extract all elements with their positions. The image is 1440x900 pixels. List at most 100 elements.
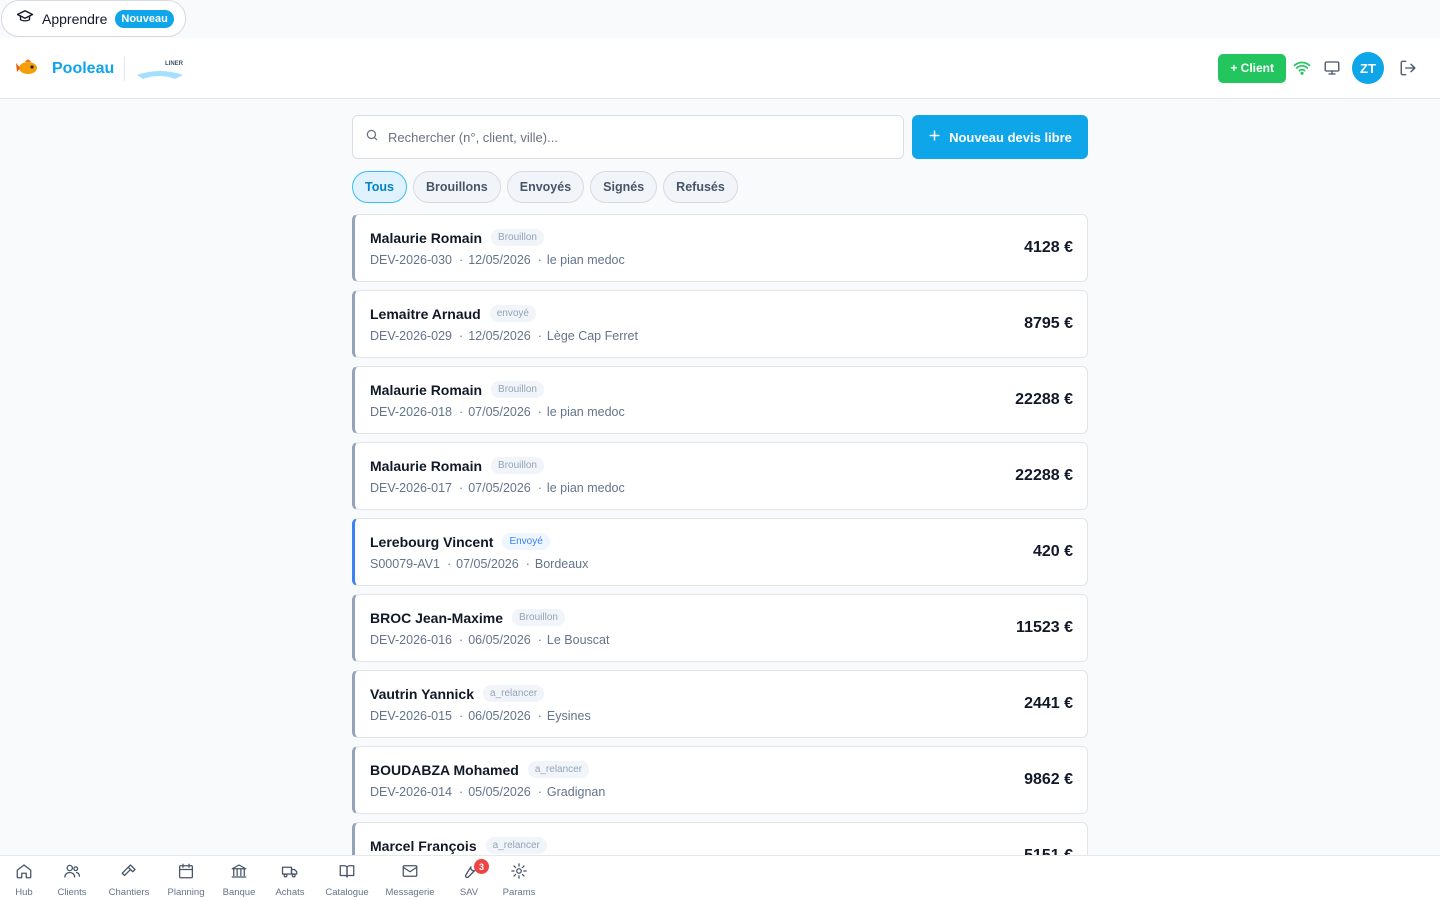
quote-header: Marcel François a_relancer xyxy=(370,837,547,854)
wifi-icon[interactable] xyxy=(1288,54,1316,82)
quote-date: 07/05/2026 xyxy=(440,557,519,571)
filter-chip[interactable]: Brouillons xyxy=(412,171,501,203)
client-name: Malaurie Romain xyxy=(370,457,483,474)
monitor-icon[interactable] xyxy=(1318,54,1346,82)
status-badge: a_relancer xyxy=(483,685,545,702)
quote-meta: DEV-2026-01807/05/2026le pian medoc xyxy=(370,405,625,419)
quote-meta: DEV-2026-02912/05/2026Lège Cap Ferret xyxy=(370,329,638,343)
logout-icon[interactable] xyxy=(1394,54,1422,82)
mail-icon xyxy=(401,862,419,885)
quote-date: 12/05/2026 xyxy=(452,329,531,343)
quote-card[interactable]: Vautrin Yannick a_relancer DEV-2026-0150… xyxy=(352,670,1088,738)
quote-list: Malaurie Romain Brouillon DEV-2026-03012… xyxy=(352,214,1088,890)
status-badge: Brouillon xyxy=(512,609,565,626)
graduation-cap-icon xyxy=(16,7,34,30)
quote-header: BROC Jean-Maxime Brouillon xyxy=(370,609,565,626)
users-icon xyxy=(63,862,81,885)
quote-city: le pian medoc xyxy=(531,253,625,267)
quote-amount: 4128 € xyxy=(1024,239,1073,256)
nav-item-catalogue[interactable]: Catalogue xyxy=(317,856,377,900)
quote-header: Vautrin Yannick a_relancer xyxy=(370,685,545,702)
quote-number: DEV-2026-015 xyxy=(370,709,453,723)
gear-icon xyxy=(510,862,528,885)
quote-date: 07/05/2026 xyxy=(452,481,531,495)
nav-label: Params xyxy=(502,887,536,898)
quote-card[interactable]: Malaurie Romain Brouillon DEV-2026-01807… xyxy=(352,366,1088,434)
quote-amount: 8795 € xyxy=(1024,315,1073,332)
quote-amount: 420 € xyxy=(1032,543,1073,560)
quote-card[interactable]: Lemaitre Arnaud envoyé DEV-2026-02912/05… xyxy=(352,290,1088,358)
quotes-page: Nouveau devis libre TousBrouillonsEnvoyé… xyxy=(352,115,1088,898)
add-client-button[interactable]: + Client xyxy=(1218,53,1286,83)
client-name: BOUDABZA Mohamed xyxy=(370,761,519,778)
nav-item-sav[interactable]: SAV 3 xyxy=(443,856,495,900)
learn-label: Apprendre xyxy=(42,10,108,27)
quote-meta: DEV-2026-01707/05/2026le pian medoc xyxy=(370,481,625,495)
nav-item-clients[interactable]: Clients xyxy=(43,856,101,900)
quote-city: Bordeaux xyxy=(519,557,589,571)
brand-logo-icon xyxy=(16,55,40,82)
user-avatar[interactable]: ZT xyxy=(1352,52,1384,84)
filter-chip[interactable]: Signés xyxy=(590,171,658,203)
notification-badge: 3 xyxy=(474,859,489,874)
quote-number: DEV-2026-017 xyxy=(370,481,453,495)
status-badge: Brouillon xyxy=(491,457,544,474)
client-name: Vautrin Yannick xyxy=(370,685,475,702)
quote-city: Eysines xyxy=(531,709,591,723)
quote-card[interactable]: Lerebourg Vincent Envoyé S00079-AV107/05… xyxy=(352,518,1088,586)
nav-item-messagerie[interactable]: Messagerie xyxy=(377,856,443,900)
nav-label: Messagerie xyxy=(385,887,435,898)
quote-header: Malaurie Romain Brouillon xyxy=(370,457,544,474)
learn-bar: Apprendre Nouveau xyxy=(0,0,1440,38)
search-box[interactable] xyxy=(352,115,904,159)
partner-logo: LINER xyxy=(135,57,185,81)
filter-chip[interactable]: Tous xyxy=(352,171,407,203)
client-name: Marcel François xyxy=(370,837,477,854)
quote-number: DEV-2026-030 xyxy=(370,253,453,267)
quotes-toolbar: Nouveau devis libre xyxy=(352,115,1088,159)
truck-icon xyxy=(281,862,299,885)
nav-item-chantiers[interactable]: Chantiers xyxy=(101,856,157,900)
status-badge: envoyé xyxy=(489,305,536,322)
quote-meta: DEV-2026-01506/05/2026Eysines xyxy=(370,709,591,723)
learn-button[interactable]: Apprendre Nouveau xyxy=(1,0,186,37)
status-badge: Brouillon xyxy=(491,381,544,398)
hammer-icon xyxy=(120,862,138,885)
nav-label: Hub xyxy=(15,887,33,898)
nav-label: Chantiers xyxy=(108,887,150,898)
nav-item-params[interactable]: Params xyxy=(495,856,543,900)
nav-item-achats[interactable]: Achats xyxy=(263,856,317,900)
filter-chip[interactable]: Envoyés xyxy=(506,171,585,203)
quote-card[interactable]: BOUDABZA Mohamed a_relancer DEV-2026-014… xyxy=(352,746,1088,814)
home-icon xyxy=(15,862,33,885)
quote-header: Malaurie Romain Brouillon xyxy=(370,381,544,398)
nav-label: Catalogue xyxy=(325,887,369,898)
nav-label: Planning xyxy=(167,887,205,898)
quote-date: 12/05/2026 xyxy=(452,253,531,267)
status-badge: Brouillon xyxy=(491,229,544,246)
quote-header: BOUDABZA Mohamed a_relancer xyxy=(370,761,590,778)
nav-label: Banque xyxy=(222,887,256,898)
nav-item-planning[interactable]: Planning xyxy=(157,856,215,900)
brand[interactable]: Pooleau LINER xyxy=(16,55,185,82)
nav-item-hub[interactable]: Hub xyxy=(5,856,43,900)
nav-label: Clients xyxy=(57,887,87,898)
quote-city: Lège Cap Ferret xyxy=(531,329,638,343)
nav-item-banque[interactable]: Banque xyxy=(215,856,263,900)
client-name: Lerebourg Vincent xyxy=(370,533,494,550)
search-input[interactable] xyxy=(388,129,903,145)
new-quote-button[interactable]: Nouveau devis libre xyxy=(912,115,1088,159)
quote-amount: 11523 € xyxy=(1016,619,1073,636)
status-badge: Envoyé xyxy=(502,533,550,550)
client-name: Malaurie Romain xyxy=(370,229,483,246)
filter-chip[interactable]: Refusés xyxy=(663,171,738,203)
client-name: BROC Jean-Maxime xyxy=(370,609,504,626)
client-name: Malaurie Romain xyxy=(370,381,483,398)
quote-card[interactable]: BROC Jean-Maxime Brouillon DEV-2026-0160… xyxy=(352,594,1088,662)
new-badge: Nouveau xyxy=(115,9,174,28)
quote-card[interactable]: Malaurie Romain Brouillon DEV-2026-01707… xyxy=(352,442,1088,510)
quote-number: DEV-2026-029 xyxy=(370,329,453,343)
header-actions: + Client ZT xyxy=(1218,52,1422,84)
quote-card[interactable]: Malaurie Romain Brouillon DEV-2026-03012… xyxy=(352,214,1088,282)
quote-meta: DEV-2026-03012/05/2026le pian medoc xyxy=(370,253,625,267)
